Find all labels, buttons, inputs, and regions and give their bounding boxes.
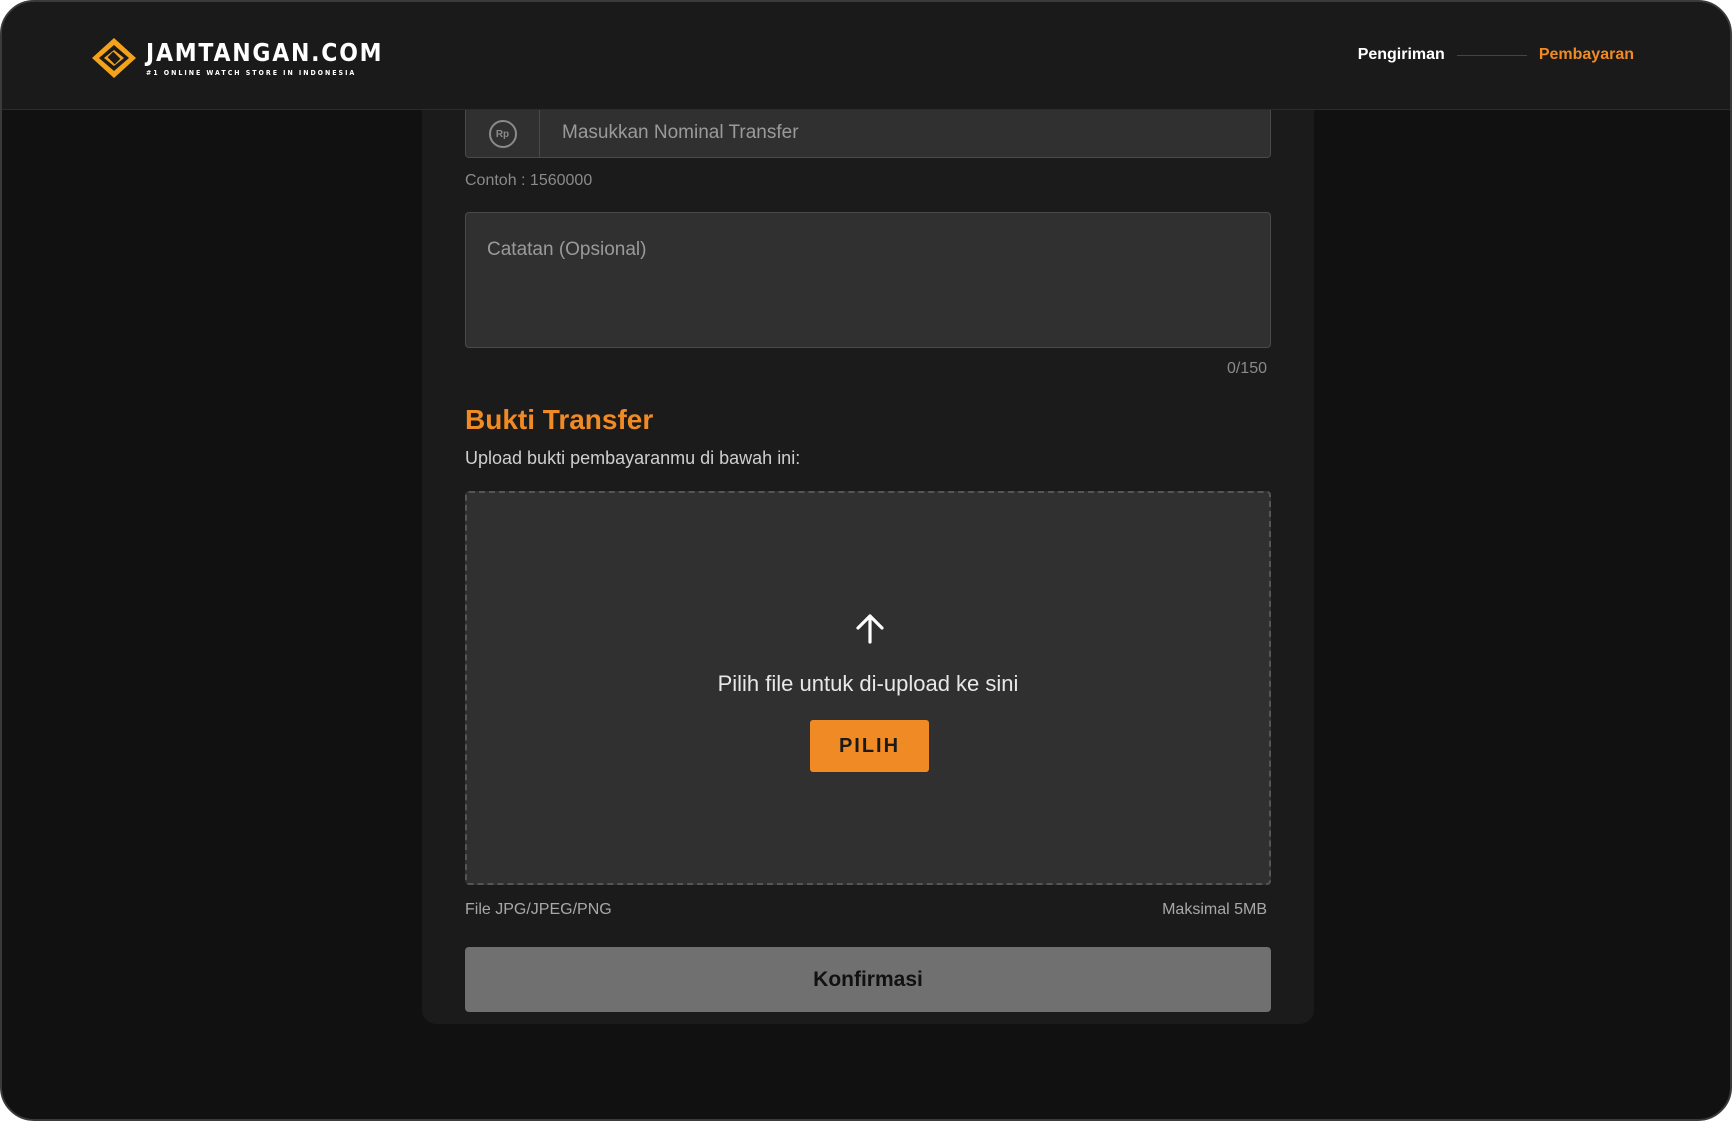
checkout-steps: Pengiriman Pembayaran [1358,46,1634,64]
checkout-header: JAMTANGAN.COM #1 ONLINE WATCH STORE IN I… [2,2,1730,110]
logo[interactable]: JAMTANGAN.COM #1 ONLINE WATCH STORE IN I… [90,36,416,80]
step-divider [1456,54,1527,56]
app-window: JAMTANGAN.COM #1 ONLINE WATCH STORE IN I… [0,0,1732,1121]
arrow-up-icon [856,614,884,644]
section-title-bukti-transfer: Bukti Transfer [465,404,654,435]
notes-textarea[interactable] [465,212,1271,348]
upload-dropzone[interactable]: Pilih file untuk di-upload ke sini PILIH [465,491,1271,885]
section-subtitle: Upload bukti pembayaranmu di bawah ini: [465,448,801,468]
jamtangan-logo-icon [92,38,136,78]
logo-tagline: #1 ONLINE WATCH STORE IN INDONESIA [146,68,357,77]
nominal-hint: Contoh : 1560000 [465,172,593,189]
logo-text: JAMTANGAN.COM #1 ONLINE WATCH STORE IN I… [146,40,416,77]
file-types-note: File JPG/JPEG/PNG [465,901,612,918]
notes-char-counter: 0/150 [1226,360,1267,377]
logo-title: JAMTANGAN.COM [146,37,384,67]
max-size-note: Maksimal 5MB [1162,901,1267,918]
pick-file-button[interactable]: PILIH [810,720,929,772]
step-pembayaran[interactable]: Pembayaran [1539,46,1634,64]
dropzone-text: Pilih file untuk di-upload ke sini [717,671,1019,696]
rupiah-coin-icon: Rp [488,120,517,148]
confirm-button[interactable]: Konfirmasi [465,947,1271,1012]
step-pengiriman[interactable]: Pengiriman [1358,46,1445,64]
